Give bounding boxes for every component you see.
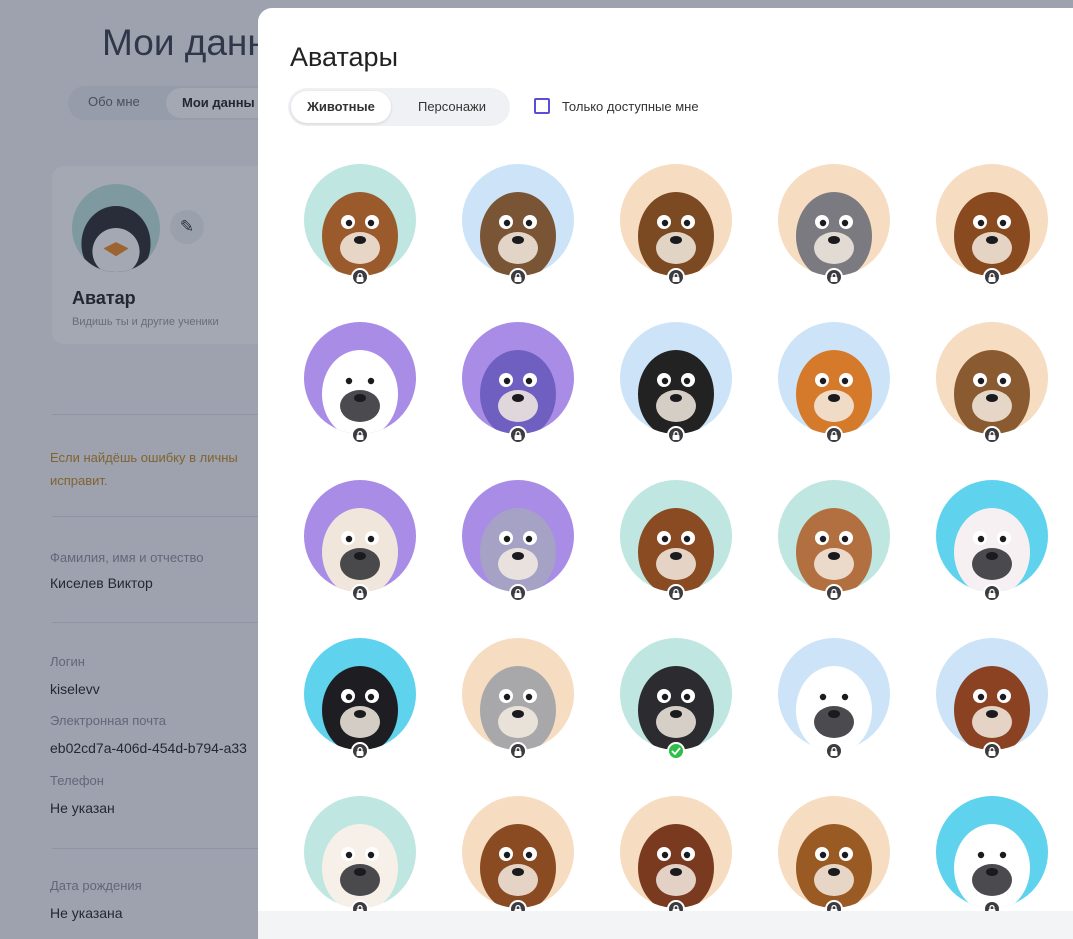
lock-icon	[667, 268, 685, 286]
lion-cub-avatar-image	[778, 322, 890, 434]
avatar-option-walrus[interactable]	[936, 638, 1048, 760]
pirate-cat-avatar-image	[936, 796, 1048, 908]
avatar-option-polar-bear[interactable]	[778, 638, 890, 760]
lock-icon	[825, 742, 843, 760]
lock-icon	[509, 268, 527, 286]
lock-icon	[351, 268, 369, 286]
available-only-filter[interactable]: Только доступные мне	[534, 96, 699, 116]
lock-icon	[351, 742, 369, 760]
lock-icon	[667, 426, 685, 444]
terrier-avatar-image	[778, 480, 890, 592]
avatar-option-bear[interactable]	[620, 164, 732, 286]
kangaroo-avatar-image	[462, 796, 574, 908]
tab-characters[interactable]: Персонажи	[400, 91, 504, 123]
beaver-avatar-image	[936, 164, 1048, 276]
avatar-option-white-kitten[interactable]	[936, 480, 1048, 602]
avatars-modal: Аватары Животные Персонажи Только доступ…	[258, 8, 1073, 939]
selected-check-icon	[667, 742, 685, 760]
avatar-option-zebra[interactable]	[304, 322, 416, 444]
modal-title: Аватары	[290, 42, 398, 72]
avatar-option-boar[interactable]	[462, 164, 574, 286]
lock-icon	[825, 426, 843, 444]
penguin-avatar-image	[620, 638, 732, 750]
elephant-avatar-image	[462, 480, 574, 592]
avatar-option-elephant[interactable]	[462, 480, 574, 602]
fennec-avatar-image	[304, 480, 416, 592]
lock-icon	[509, 426, 527, 444]
avatar-option-pirate-cat[interactable]	[936, 796, 1048, 918]
walrus-avatar-image	[936, 638, 1048, 750]
avatar-option-arctic-fox[interactable]	[304, 796, 416, 918]
ostrich-avatar-image	[462, 322, 574, 434]
avatar-option-kiwi[interactable]	[778, 796, 890, 918]
avatar-option-moose[interactable]	[936, 322, 1048, 444]
avatar-option-raccoon[interactable]	[778, 164, 890, 286]
tab-animals[interactable]: Животные	[291, 91, 391, 123]
avatar-option-ostrich[interactable]	[462, 322, 574, 444]
zebra-avatar-image	[304, 322, 416, 434]
moose-avatar-image	[936, 322, 1048, 434]
skunk-avatar-image	[620, 322, 732, 434]
avatar-option-platypus[interactable]	[620, 796, 732, 918]
kiwi-avatar-image	[778, 796, 890, 908]
basset-hound-avatar-image	[304, 164, 416, 276]
arctic-fox-avatar-image	[304, 796, 416, 908]
black-cat-avatar-image	[304, 638, 416, 750]
boar-avatar-image	[462, 164, 574, 276]
platypus-avatar-image	[620, 796, 732, 908]
avatar-option-beagle[interactable]	[620, 480, 732, 602]
avatar-option-basset-hound[interactable]	[304, 164, 416, 286]
raccoon-avatar-image	[778, 164, 890, 276]
avatar-category-tabs: Животные Персонажи	[288, 88, 510, 126]
lock-icon	[667, 584, 685, 602]
bear-avatar-image	[620, 164, 732, 276]
available-only-checkbox[interactable]	[534, 98, 550, 114]
lock-icon	[825, 584, 843, 602]
lock-icon	[983, 426, 1001, 444]
white-kitten-avatar-image	[936, 480, 1048, 592]
lock-icon	[509, 742, 527, 760]
avatar-option-beaver[interactable]	[936, 164, 1048, 286]
lock-icon	[983, 584, 1001, 602]
lock-icon	[351, 426, 369, 444]
available-only-label: Только доступные мне	[562, 98, 699, 114]
avatar-option-penguin[interactable]	[620, 638, 732, 760]
lock-icon	[983, 268, 1001, 286]
avatar-option-terrier[interactable]	[778, 480, 890, 602]
avatar-option-lion-cub[interactable]	[778, 322, 890, 444]
polar-bear-avatar-image	[778, 638, 890, 750]
beagle-avatar-image	[620, 480, 732, 592]
avatar-option-fennec[interactable]	[304, 480, 416, 602]
avatar-option-skunk[interactable]	[620, 322, 732, 444]
lock-icon	[825, 268, 843, 286]
avatar-option-black-cat[interactable]	[304, 638, 416, 760]
avatar-option-koala[interactable]	[462, 638, 574, 760]
lock-icon	[983, 742, 1001, 760]
koala-avatar-image	[462, 638, 574, 750]
avatar-option-kangaroo[interactable]	[462, 796, 574, 918]
lock-icon	[351, 584, 369, 602]
modal-footer	[258, 911, 1073, 939]
lock-icon	[509, 584, 527, 602]
